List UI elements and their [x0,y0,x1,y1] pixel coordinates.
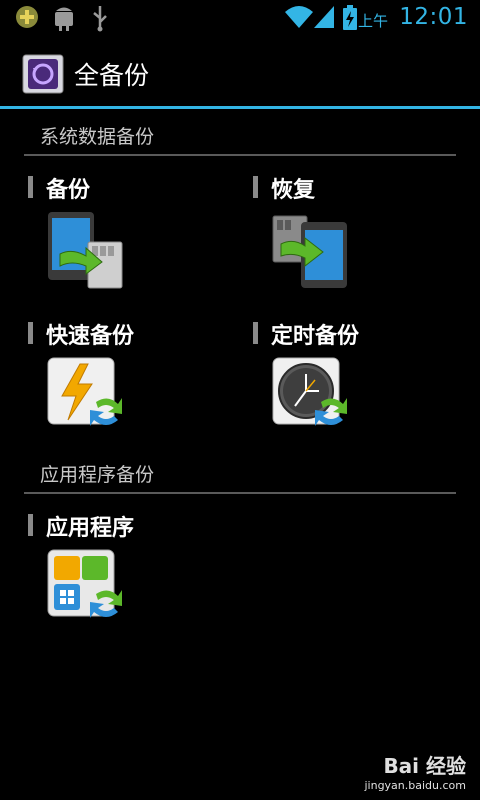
wifi-icon [283,4,315,34]
tile-label: 恢复 [271,178,316,203]
scheduled-backup-clock-icon [271,354,351,442]
status-ampm: 上午 [357,12,388,30]
status-clock: 12:01 [399,4,468,30]
section-header-app-backup: 应用程序备份 [40,464,155,486]
apps-backup-icon [46,546,126,634]
tile-indicator [28,322,33,344]
tile-indicator [28,176,33,198]
action-bar-divider [0,106,480,109]
signal-icon [312,4,336,34]
backup-phone-to-sd-icon [46,208,126,296]
app-title: 全备份 [74,61,150,90]
section-divider [24,154,456,156]
quick-backup-lightning-icon [46,354,126,442]
battery-charging-icon [342,4,358,36]
usb-icon [90,4,110,36]
tile-restore[interactable]: 恢复 [253,176,453,306]
section-divider [24,492,456,494]
watermark: Bai 经验 jingyan.baidu.com [364,750,466,792]
tile-indicator [253,176,258,198]
watermark-logo: Bai 经验 [383,754,466,778]
tile-quick-backup[interactable]: 快速备份 [28,322,228,452]
tile-backup[interactable]: 备份 [28,176,228,306]
watermark-url: jingyan.baidu.com [364,779,466,792]
tile-scheduled-backup[interactable]: 定时备份 [253,322,453,452]
android-debug-icon [52,4,76,36]
plus-circle-icon [14,4,40,34]
tile-indicator [253,322,258,344]
action-bar: 全备份 [0,38,480,106]
tile-applications[interactable]: 应用程序 [28,514,228,644]
restore-sd-to-phone-icon [271,208,351,296]
backup-app-icon[interactable] [22,54,64,98]
tile-label: 定时备份 [271,324,360,349]
tile-label: 备份 [46,178,91,203]
tile-label: 应用程序 [46,516,135,541]
status-bar: 上午 12:01 [0,0,480,38]
tile-indicator [28,514,33,536]
tile-label: 快速备份 [46,324,135,349]
section-header-system-backup: 系统数据备份 [40,126,155,148]
